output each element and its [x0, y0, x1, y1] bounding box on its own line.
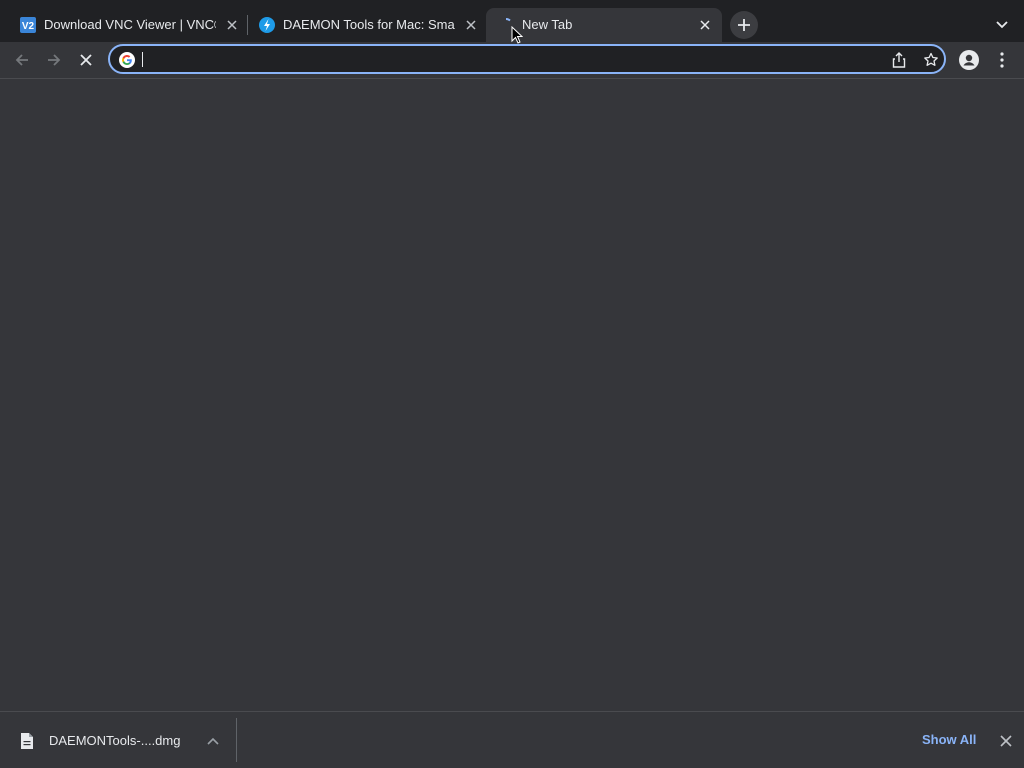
- tab-daemon-tools[interactable]: DAEMON Tools for Mac: Smart: [247, 8, 483, 42]
- arrow-right-icon: [48, 54, 61, 66]
- text-caret: [142, 52, 143, 67]
- close-shelf-button[interactable]: [996, 731, 1016, 751]
- stop-loading-button[interactable]: [74, 48, 98, 72]
- google-icon: [119, 52, 135, 68]
- close-tab-icon[interactable]: [462, 16, 480, 34]
- more-vert-icon: [1000, 52, 1004, 68]
- chevron-down-icon: [996, 21, 1008, 29]
- share-icon: [892, 52, 906, 68]
- tab-title: DAEMON Tools for Mac: Smart: [283, 17, 455, 32]
- address-bar[interactable]: [108, 44, 946, 74]
- arrow-left-icon: [15, 54, 28, 66]
- close-icon: [80, 54, 92, 66]
- omnibox-input[interactable]: [142, 50, 882, 68]
- download-file-name: DAEMONTools-....dmg: [49, 733, 181, 748]
- mouse-cursor-icon: [511, 25, 524, 44]
- tab-vnc-viewer[interactable]: V2 Download VNC Viewer | VNC®: [8, 8, 244, 42]
- tab-search-button[interactable]: [992, 15, 1012, 35]
- download-item[interactable]: DAEMONTools-....dmg: [0, 712, 236, 768]
- new-tab-button[interactable]: [730, 11, 758, 39]
- toolbar: [0, 42, 1024, 79]
- tab-title: New Tab: [522, 17, 573, 32]
- share-button[interactable]: [889, 50, 909, 70]
- download-shelf: DAEMONTools-....dmg Show All: [0, 711, 1024, 768]
- menu-button[interactable]: [990, 48, 1014, 72]
- avatar-icon: [959, 50, 979, 70]
- close-tab-icon[interactable]: [223, 16, 241, 34]
- daemon-tools-icon: [259, 17, 275, 33]
- file-icon: [20, 732, 36, 750]
- page-content: [0, 79, 1024, 711]
- bookmark-button[interactable]: [921, 50, 941, 70]
- tab-title: Download VNC Viewer | VNC®: [44, 17, 216, 32]
- back-button[interactable]: [10, 48, 34, 72]
- close-tab-icon[interactable]: [696, 16, 714, 34]
- plus-icon: [738, 19, 750, 31]
- chevron-up-icon: [207, 737, 219, 745]
- forward-button[interactable]: [42, 48, 66, 72]
- shelf-separator: [236, 718, 237, 762]
- profile-button[interactable]: [957, 48, 981, 72]
- download-options-button[interactable]: [203, 731, 223, 751]
- close-icon: [1000, 735, 1012, 747]
- show-all-downloads-link[interactable]: Show All: [922, 732, 976, 748]
- svg-text:V2: V2: [22, 21, 35, 32]
- star-icon: [924, 52, 938, 66]
- vnc-icon: V2: [20, 17, 36, 33]
